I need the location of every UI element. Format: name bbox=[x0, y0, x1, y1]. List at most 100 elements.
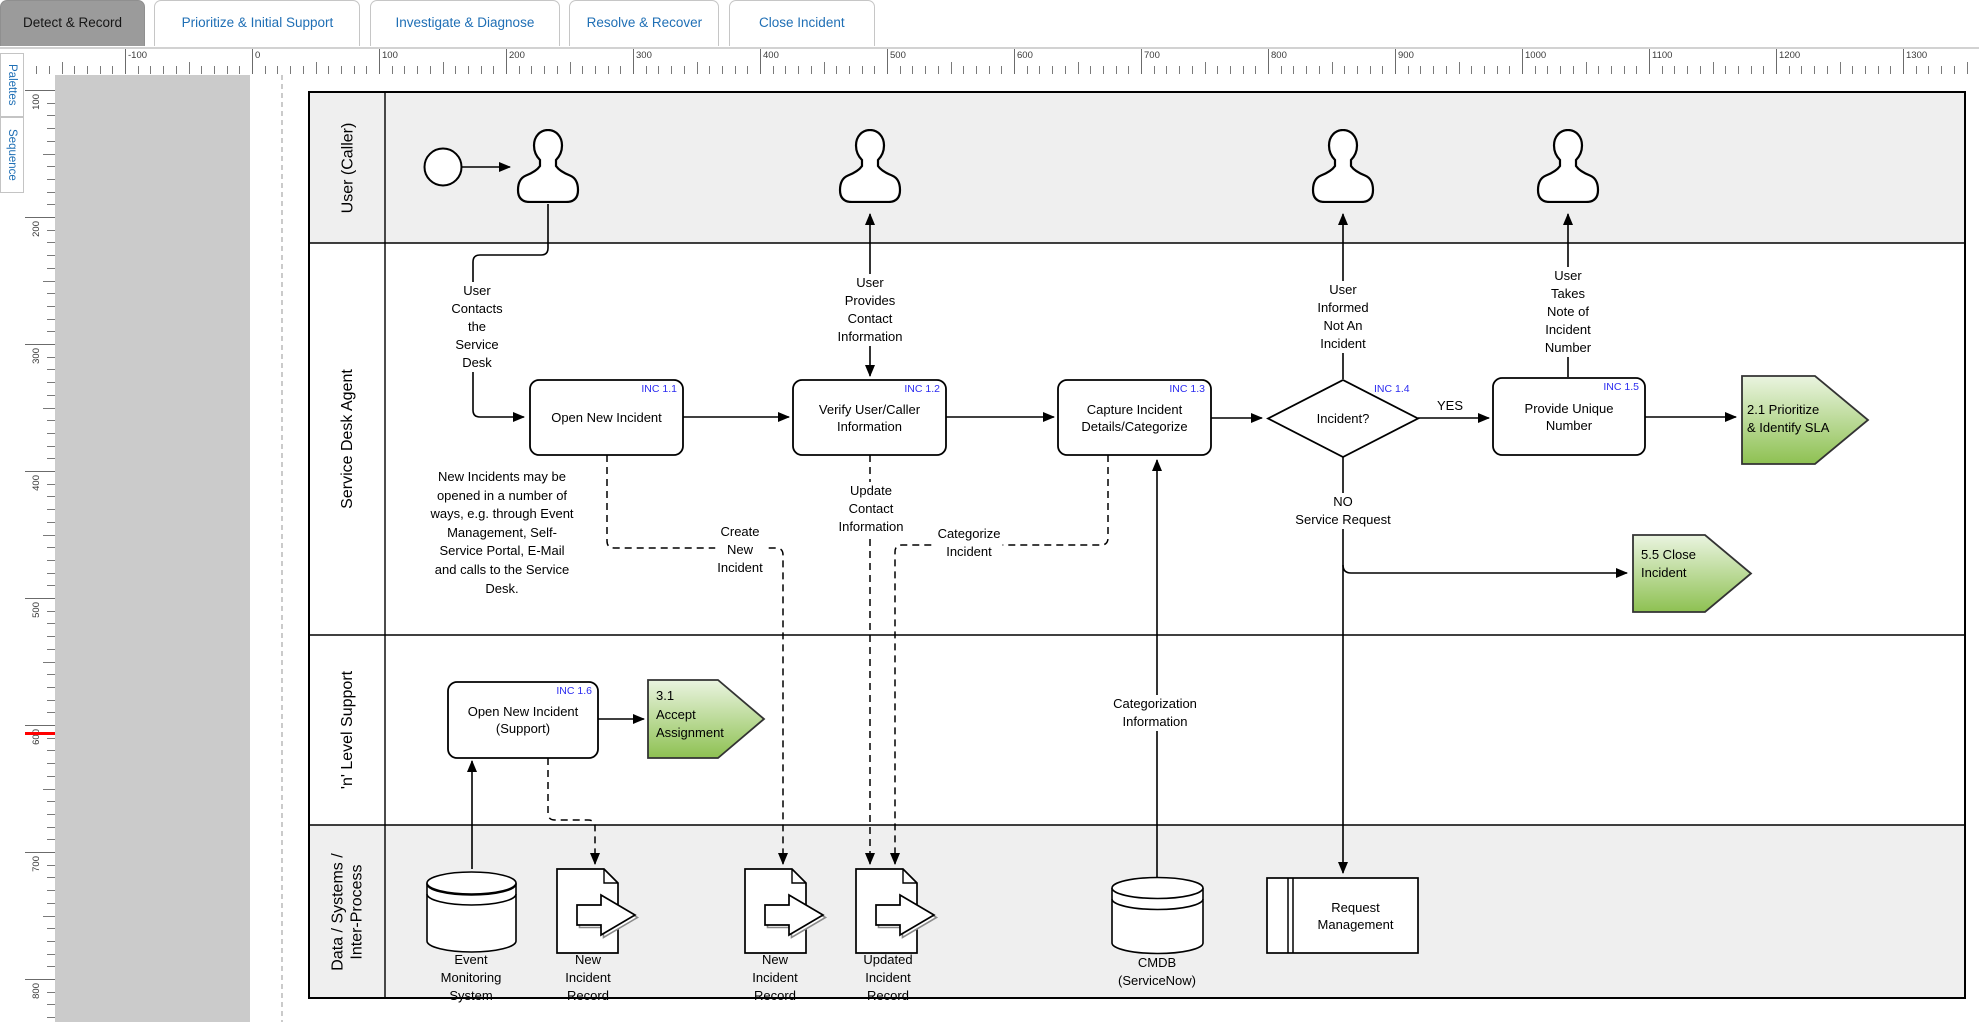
h-ruler-major-tick bbox=[1776, 49, 1777, 74]
tab-investigate-diagnose[interactable]: Investigate & Diagnose bbox=[370, 0, 560, 46]
tab-prioritize-support[interactable]: Prioritize & Initial Support bbox=[154, 0, 360, 46]
v-ruler-minor-tick bbox=[47, 446, 55, 447]
h-ruler-minor-tick bbox=[150, 66, 151, 74]
v-ruler-label: 300 bbox=[31, 348, 42, 364]
label-close55[interactable]: 5.5 Close Incident bbox=[1641, 546, 1696, 582]
h-ruler-major-tick bbox=[379, 49, 380, 74]
v-ruler-minor-tick bbox=[47, 255, 55, 256]
h-ruler-minor-tick bbox=[493, 66, 494, 74]
h-ruler-minor-tick bbox=[824, 62, 825, 74]
h-ruler-major-tick bbox=[506, 49, 507, 74]
h-ruler-minor-tick bbox=[328, 66, 329, 74]
h-ruler-minor-tick bbox=[1954, 66, 1955, 74]
v-ruler-minor-tick bbox=[47, 509, 55, 510]
h-ruler-minor-tick bbox=[608, 66, 609, 74]
edge-label-user-takes[interactable]: User Takes Note of Incident Number bbox=[1543, 267, 1593, 357]
v-ruler-minor-tick bbox=[47, 801, 55, 802]
h-ruler-minor-tick bbox=[290, 66, 291, 74]
edge-label-user-informed[interactable]: User Informed Not An Incident bbox=[1315, 281, 1370, 353]
label-prioritize-sla[interactable]: 2.1 Prioritize & Identify SLA bbox=[1747, 401, 1829, 436]
h-ruler-label: 1100 bbox=[1652, 50, 1672, 61]
h-ruler-minor-tick bbox=[1586, 62, 1587, 74]
v-ruler-minor-tick bbox=[47, 268, 55, 269]
h-ruler-minor-tick bbox=[468, 66, 469, 74]
h-ruler-minor-tick bbox=[1306, 66, 1307, 74]
v-ruler-major-tick bbox=[25, 90, 55, 91]
v-ruler-label: 400 bbox=[31, 475, 42, 491]
event-monitoring-cylinder[interactable] bbox=[427, 872, 516, 952]
cmdb-cylinder[interactable] bbox=[1112, 878, 1203, 954]
annotation-new-incidents-note[interactable]: New Incidents may be opened in a number … bbox=[430, 468, 573, 598]
v-ruler-major-tick bbox=[25, 598, 55, 599]
edge-label-categorize[interactable]: Categorize Incident bbox=[936, 525, 1003, 561]
h-ruler-minor-tick bbox=[74, 66, 75, 74]
diagram-canvas[interactable] bbox=[0, 0, 1979, 1022]
h-ruler-minor-tick bbox=[1662, 66, 1663, 74]
lane-title-user-caller[interactable]: User (Caller) bbox=[309, 92, 385, 243]
lane-title-data-systems[interactable]: Data / Systems / Inter-Process bbox=[309, 825, 385, 998]
h-ruler-label: 1300 bbox=[1906, 50, 1927, 61]
h-ruler-minor-tick bbox=[1687, 66, 1688, 74]
h-ruler-minor-tick bbox=[1370, 66, 1371, 74]
v-ruler-label: 500 bbox=[31, 602, 42, 618]
h-ruler-minor-tick bbox=[1039, 66, 1040, 74]
h-ruler-minor-tick bbox=[595, 66, 596, 74]
h-ruler-minor-tick bbox=[1281, 66, 1282, 74]
h-ruler-minor-tick bbox=[201, 66, 202, 74]
v-ruler-minor-tick bbox=[43, 281, 55, 282]
v-ruler-minor-tick bbox=[47, 750, 55, 751]
v-ruler-minor-tick bbox=[47, 395, 55, 396]
h-ruler-minor-tick bbox=[1128, 66, 1129, 74]
h-ruler-major-tick bbox=[1395, 49, 1396, 74]
label-request-management[interactable]: Request Management bbox=[1293, 878, 1418, 953]
h-ruler-label: 200 bbox=[509, 50, 525, 61]
h-ruler-minor-tick bbox=[227, 66, 228, 74]
h-ruler-minor-tick bbox=[1840, 62, 1841, 74]
tab-detect-record[interactable]: Detect & Record bbox=[0, 0, 145, 46]
h-ruler-major-tick bbox=[1649, 49, 1650, 74]
h-ruler-minor-tick bbox=[862, 66, 863, 74]
v-ruler-minor-tick bbox=[47, 420, 55, 421]
edge-label-update-contact[interactable]: Update Contact Information bbox=[836, 482, 905, 536]
h-ruler-minor-tick bbox=[1192, 66, 1193, 74]
edge-label-user-provides[interactable]: User Provides Contact Information bbox=[835, 274, 904, 346]
h-ruler-minor-tick bbox=[1535, 66, 1536, 74]
h-ruler-minor-tick bbox=[620, 66, 621, 74]
v-ruler-minor-tick bbox=[47, 382, 55, 383]
v-ruler-minor-tick bbox=[47, 522, 55, 523]
tab-close-incident[interactable]: Close Incident bbox=[729, 0, 875, 46]
edge-label-no-service-request[interactable]: NO Service Request bbox=[1293, 493, 1392, 529]
h-ruler-minor-tick bbox=[1408, 66, 1409, 74]
label-accept31[interactable]: 3.1 Accept Assignment bbox=[656, 687, 724, 743]
v-ruler-minor-tick bbox=[47, 331, 55, 332]
h-ruler-minor-tick bbox=[214, 66, 215, 74]
h-ruler-minor-tick bbox=[366, 66, 367, 74]
v-ruler-minor-tick bbox=[43, 916, 55, 917]
edge-label-create-new[interactable]: Create New Incident bbox=[715, 523, 765, 577]
h-ruler-minor-tick bbox=[1357, 66, 1358, 74]
edge-label-categorization-info[interactable]: Categorization Information bbox=[1111, 695, 1199, 731]
v-ruler-minor-tick bbox=[47, 192, 55, 193]
label-event-monitoring-system: Event Monitoring System bbox=[441, 951, 502, 1005]
v-ruler-minor-tick bbox=[43, 408, 55, 409]
lane-title-service-desk-agent[interactable]: Service Desk Agent bbox=[309, 243, 385, 635]
inc-code-1-1: INC 1.1 bbox=[607, 383, 677, 395]
h-ruler-minor-tick bbox=[1509, 66, 1510, 74]
tab-resolve-recover[interactable]: Resolve & Recover bbox=[569, 0, 719, 46]
v-ruler-minor-tick bbox=[47, 179, 55, 180]
v-ruler-minor-tick bbox=[47, 928, 55, 929]
h-ruler-minor-tick bbox=[722, 66, 723, 74]
left-dock-rail: Palettes Sequence bbox=[0, 47, 25, 1022]
h-ruler-minor-tick bbox=[417, 66, 418, 74]
edge-label-yes[interactable]: YES bbox=[1435, 397, 1465, 415]
lane-title-n-level-support[interactable]: 'n' Level Support bbox=[309, 635, 385, 825]
dock-tab-sequence[interactable]: Sequence bbox=[0, 117, 24, 193]
v-ruler-major-tick bbox=[25, 471, 55, 472]
v-ruler-major-tick bbox=[25, 725, 55, 726]
start-event[interactable] bbox=[425, 149, 462, 186]
dock-tab-palettes[interactable]: Palettes bbox=[0, 53, 24, 117]
v-ruler-minor-tick bbox=[47, 103, 55, 104]
h-ruler-major-tick bbox=[252, 49, 253, 74]
edge-label-user-contacts[interactable]: User Contacts the Service Desk bbox=[449, 282, 504, 372]
v-ruler-minor-tick bbox=[47, 636, 55, 637]
